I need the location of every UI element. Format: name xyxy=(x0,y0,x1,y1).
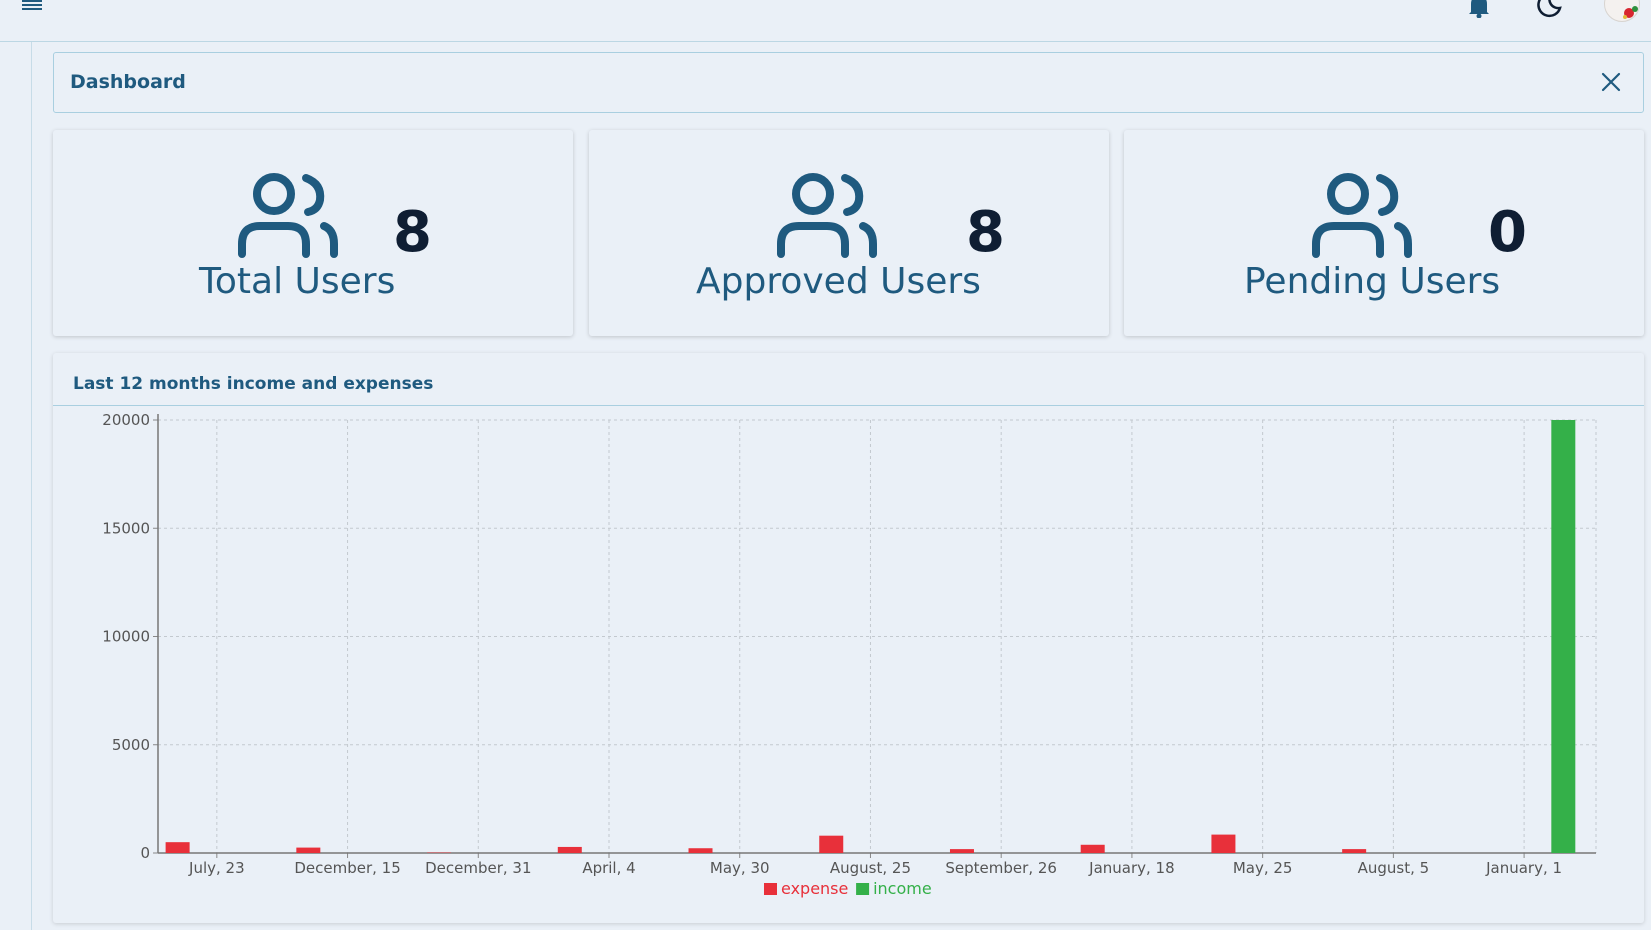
legend-label-income: income xyxy=(873,879,932,898)
income-expense-chart: 0 5000 10000 15000 20000 July, 23 December, 15… xyxy=(102,411,1597,898)
stat-label: Pending Users xyxy=(1244,261,1501,302)
income-bar xyxy=(1551,420,1576,853)
stat-card-approved-users: 8 Approved Users xyxy=(589,130,1109,336)
bell-icon[interactable] xyxy=(1466,0,1492,18)
x-tick-label: December, 15 xyxy=(294,859,400,877)
stat-count: 8 xyxy=(393,200,432,265)
stat-count: 8 xyxy=(966,200,1005,265)
legend-swatch-expense xyxy=(764,883,777,895)
y-tick-label: 20000 xyxy=(102,411,150,429)
user-avatar[interactable] xyxy=(1604,0,1640,22)
expense-bar xyxy=(557,846,582,853)
hamburger-menu-icon[interactable] xyxy=(22,0,44,14)
stat-card-total-users: 8 Total Users xyxy=(53,130,573,336)
y-tick-label: 0 xyxy=(140,844,150,862)
page-title: Dashboard xyxy=(70,71,186,93)
y-tick-label: 10000 xyxy=(102,628,150,646)
expense-bar xyxy=(949,849,974,853)
legend-swatch-income xyxy=(856,883,870,895)
expense-bar xyxy=(819,835,844,853)
x-tick-label: August, 25 xyxy=(830,859,911,877)
y-tick-label: 15000 xyxy=(102,519,150,537)
x-tick-label: July, 23 xyxy=(188,859,245,877)
x-tick-label: January, 18 xyxy=(1088,859,1175,877)
stat-count: 0 xyxy=(1488,200,1527,265)
users-icon xyxy=(777,173,877,258)
x-tick-label: December, 31 xyxy=(425,859,531,877)
top-bar xyxy=(0,0,1651,42)
x-tick-label: May, 25 xyxy=(1233,859,1293,877)
moon-icon[interactable] xyxy=(1534,0,1562,20)
close-icon[interactable] xyxy=(1599,70,1623,94)
x-tick-label: August, 5 xyxy=(1358,859,1430,877)
stat-card-pending-users: 0 Pending Users xyxy=(1124,130,1644,336)
expense-bar xyxy=(1342,849,1367,853)
expense-bar xyxy=(1211,834,1236,853)
users-icon xyxy=(238,173,338,258)
x-tick-label: April, 4 xyxy=(582,859,635,877)
chart-card: Last 12 months income and expenses 0 5000… xyxy=(53,353,1644,923)
x-tick-label: September, 26 xyxy=(945,859,1057,877)
expense-bar xyxy=(1080,844,1105,853)
expense-bar xyxy=(296,847,321,853)
x-tick-label: January, 1 xyxy=(1485,859,1562,877)
expense-bar xyxy=(688,848,713,853)
users-icon xyxy=(1312,173,1412,258)
expense-bar xyxy=(165,842,190,853)
legend-label-expense: expense xyxy=(781,879,848,898)
y-tick-label: 5000 xyxy=(112,736,150,754)
x-tick-label: May, 30 xyxy=(710,859,770,877)
sidebar xyxy=(0,42,32,930)
dashboard-header: Dashboard xyxy=(53,52,1644,113)
